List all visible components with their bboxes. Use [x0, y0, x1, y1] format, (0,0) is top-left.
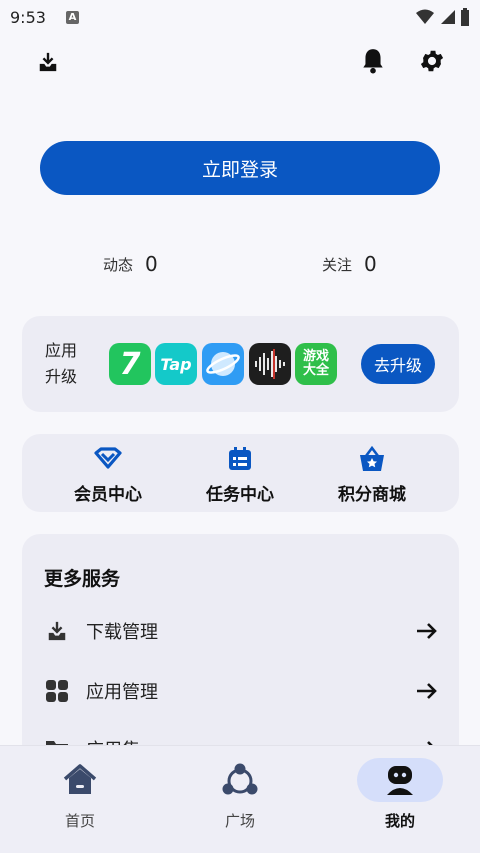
service-download-manager[interactable]: 下载管理	[44, 611, 438, 651]
stat-value: 0	[145, 252, 158, 276]
upgrade-label-line1: 应用	[45, 341, 78, 360]
app-icon-7k: 7	[109, 343, 151, 385]
task-center[interactable]: 任务中心	[185, 446, 295, 505]
share-network-icon	[222, 763, 258, 795]
member-center-label: 会员中心	[74, 485, 142, 505]
service-app-manager[interactable]: 应用管理	[44, 671, 438, 711]
services-title: 更多服务	[44, 568, 121, 590]
task-center-label: 任务中心	[206, 485, 274, 505]
status-icons	[416, 8, 470, 26]
member-center[interactable]: 会员中心	[53, 446, 163, 505]
app-icon-taptap: Tap	[155, 343, 197, 385]
nav-label: 广场	[224, 812, 255, 830]
planet-icon	[206, 352, 240, 376]
points-mall[interactable]: 积分商城	[317, 446, 427, 505]
wifi-icon	[416, 9, 434, 24]
bottom-navigation: 首页 广场 我的	[0, 745, 480, 853]
nav-mine[interactable]: 我的	[350, 758, 450, 831]
stat-label: 动态	[103, 255, 134, 274]
apps-grid-icon	[46, 680, 68, 702]
app-upgrade-card[interactable]: 应用 升级 7 Tap 游戏大全 去升级	[22, 316, 459, 412]
notification-a-icon: A	[65, 10, 79, 24]
signal-icon	[441, 10, 455, 24]
task-calendar-icon	[229, 447, 251, 470]
centers-card: 会员中心 任务中心 积分商城	[22, 434, 459, 512]
upgrade-label-line2: 升级	[45, 367, 78, 386]
download-button[interactable]	[30, 44, 66, 80]
gear-icon	[420, 50, 444, 72]
waveform-icon	[255, 349, 285, 379]
battery-icon	[461, 8, 469, 26]
stat-following[interactable]: 关注 0	[322, 252, 377, 276]
vip-diamond-icon	[94, 447, 122, 469]
status-bar: 9:53 A	[0, 0, 480, 34]
stat-label: 关注	[322, 255, 353, 274]
arrow-right-icon	[417, 623, 437, 639]
app-icon-recorder	[249, 343, 291, 385]
app-icon-browser	[202, 343, 244, 385]
stat-value: 0	[364, 252, 377, 276]
login-button[interactable]: 立即登录	[40, 141, 440, 195]
nav-square[interactable]: 广场	[190, 760, 290, 831]
app-icon-game-center: 游戏大全	[295, 343, 337, 385]
download-tray-icon	[39, 52, 57, 72]
bell-icon	[363, 49, 383, 74]
upgrade-label: 应用 升级	[45, 338, 85, 390]
upgrade-button[interactable]: 去升级	[361, 344, 435, 384]
notification-button[interactable]	[355, 43, 391, 79]
home-icon	[63, 764, 97, 794]
download-tray-icon	[48, 621, 66, 641]
nav-active-indicator	[357, 758, 443, 802]
shop-basket-icon	[360, 446, 384, 471]
service-label: 下载管理	[86, 622, 158, 643]
points-mall-label: 积分商城	[338, 485, 406, 505]
nav-label: 我的	[384, 812, 415, 830]
arrow-right-icon	[417, 683, 437, 699]
settings-button[interactable]	[414, 43, 450, 79]
stat-dynamics[interactable]: 动态 0	[103, 252, 158, 276]
service-label: 应用管理	[86, 682, 158, 703]
status-time: 9:53	[10, 7, 46, 27]
nav-home[interactable]: 首页	[30, 760, 130, 831]
nav-label: 首页	[64, 812, 95, 830]
profile-icon	[387, 766, 413, 795]
